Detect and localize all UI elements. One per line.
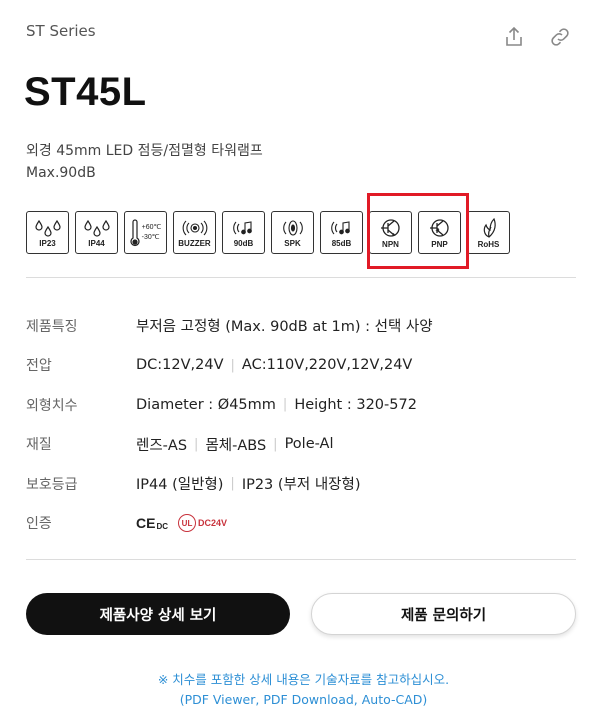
spec-value-text: Height : 320-572 [294, 396, 417, 413]
badge-label: PNP [431, 239, 448, 249]
badge-ip44: IP44 [75, 211, 118, 254]
top-actions [501, 24, 573, 50]
ul-sub: DC24V [198, 518, 228, 529]
badge-label: IP23 [39, 238, 56, 248]
sound-90db-icon [232, 220, 252, 234]
badge-temperature: +60℃ -30℃ [124, 211, 167, 254]
npn-transistor-icon [380, 218, 400, 237]
spec-key: 전압 [26, 358, 52, 375]
ce-text: CE [136, 515, 156, 532]
spec-value-text: 렌즈-AS [136, 437, 188, 454]
thermometer-icon [130, 218, 140, 246]
spec-value-text: IP23 (부저 내장형) [241, 477, 361, 494]
badge-85db: 85dB [320, 211, 363, 254]
link-icon[interactable] [547, 24, 573, 50]
cert-logos: CE DC UL DC24V [136, 514, 228, 533]
badge-pnp: PNP [418, 211, 461, 254]
spec-row-protection: 보호등급 IP44 (일반형) | IP23 (부저 내장형) [26, 464, 581, 504]
value-separator: | [282, 397, 288, 413]
temp-low: -30℃ [141, 233, 160, 241]
ul-mark-icon: UL DC24V [178, 514, 228, 533]
rohs-leaf-icon [483, 217, 496, 238]
spec-key: 재질 [26, 437, 52, 454]
spec-detail-button[interactable]: 제품사양 상세 보기 [26, 593, 290, 635]
badge-buzzer: BUZZER [173, 211, 216, 254]
note-line: ※ 치수를 포함한 상세 내용은 기술자료를 참고하십시오. [157, 672, 450, 687]
spec-value: DC:12V,24V | AC:110V,220V,12V,24V [136, 357, 412, 373]
spec-key: 외형치수 [26, 397, 78, 414]
spec-row-certification: 인증 CE DC UL DC24V [26, 504, 581, 544]
spec-row-material: 재질 렌즈-AS | 몸체-ABS | Pole-Al [26, 425, 581, 465]
spec-value-text: 몸체-ABS [205, 437, 267, 454]
ip44-drops-icon [83, 219, 110, 237]
description-line: 외경 45mm LED 점등/점멸형 타워램프 [26, 143, 263, 159]
sound-85db-icon [330, 220, 350, 234]
badge-label: RoHS [477, 239, 500, 249]
spec-value: 부저음 고정형 (Max. 90dB at 1m) : 선택 사양 [136, 315, 433, 336]
badge-npn: NPN [369, 211, 412, 254]
spec-value-text: Diameter : Ø45mm [136, 396, 276, 413]
spec-value-text: IP44 (일반형) [136, 477, 224, 494]
badge-label: 90dB [233, 238, 254, 248]
spec-key: 인증 [26, 516, 52, 533]
badge-rohs: RoHS [467, 211, 510, 254]
share-icon[interactable] [501, 24, 527, 50]
badge-90db: 90dB [222, 211, 265, 254]
spec-table: 제품특징 부저음 고정형 (Max. 90dB at 1m) : 선택 사양 전… [26, 306, 581, 543]
badge-label: BUZZER [178, 238, 211, 248]
speaker-icon [282, 219, 303, 236]
spec-row-voltage: 전압 DC:12V,24V | AC:110V,220V,12V,24V [26, 346, 581, 386]
badge-speaker: SPK [271, 211, 314, 254]
divider [26, 277, 576, 278]
spec-value-text: DC:12V,24V [136, 357, 224, 374]
reference-note: ※ 치수를 포함한 상세 내용은 기술자료를 참고하십시오. (PDF View… [0, 670, 607, 710]
series-label: ST Series [26, 22, 96, 40]
badge-label: SPK [284, 238, 301, 248]
spec-value-text: Pole-Al [284, 436, 334, 453]
badge-label: IP44 [88, 238, 105, 248]
spec-row-dimensions: 외형치수 Diameter : Ø45mm | Height : 320-572 [26, 385, 581, 425]
note-line: (PDF Viewer, PDF Download, Auto-CAD) [179, 692, 428, 707]
spec-value: IP44 (일반형) | IP23 (부저 내장형) [136, 473, 361, 494]
spec-value: Diameter : Ø45mm | Height : 320-572 [136, 397, 417, 413]
spec-key: 보호등급 [26, 476, 78, 493]
spec-value-text: 부저음 고정형 (Max. 90dB at 1m) : 선택 사양 [136, 319, 433, 336]
buzzer-icon [182, 220, 207, 235]
model-title: ST45L [24, 70, 147, 114]
value-separator: | [230, 357, 235, 373]
badge-label: NPN [382, 239, 399, 249]
temp-high: +60℃ [141, 223, 162, 231]
feature-badges: IP23 IP44 +60℃ -30℃ BUZZER 90dB SPK 85dB… [26, 211, 510, 254]
spec-value-text: AC:110V,220V,12V,24V [241, 357, 413, 374]
value-separator: | [273, 436, 278, 452]
product-description: 외경 45mm LED 점등/점멸형 타워램프 Max.90dB [26, 140, 263, 184]
ce-mark-icon: CE DC [136, 515, 168, 531]
ce-sub: DC [156, 522, 169, 532]
spec-key: 제품특징 [26, 318, 78, 335]
ip23-drops-icon [34, 219, 61, 237]
description-line: Max.90dB [26, 165, 96, 181]
badge-label: 85dB [331, 238, 352, 248]
value-separator: | [194, 436, 199, 452]
pnp-transistor-icon [429, 218, 449, 237]
spec-value: 렌즈-AS | 몸체-ABS | Pole-Al [136, 434, 333, 455]
product-inquiry-button[interactable]: 제품 문의하기 [311, 593, 576, 635]
spec-row-features: 제품특징 부저음 고정형 (Max. 90dB at 1m) : 선택 사양 [26, 306, 581, 346]
divider [26, 559, 576, 560]
value-separator: | [230, 476, 235, 492]
badge-ip23: IP23 [26, 211, 69, 254]
ul-text: UL [178, 514, 197, 533]
